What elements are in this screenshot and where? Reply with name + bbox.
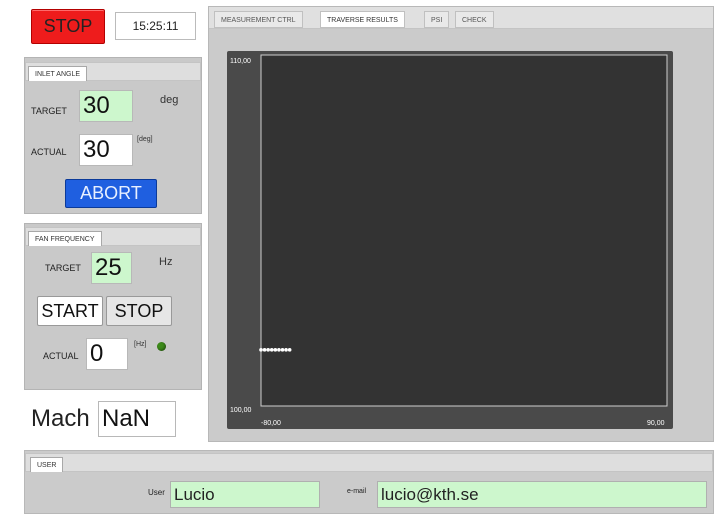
x-tick-label-left: -80,00: [261, 420, 281, 427]
user-label: User: [148, 488, 165, 497]
inlet-target-label: TARGET: [31, 106, 67, 116]
status-led-icon: [157, 342, 166, 351]
y-tick-label-top: 110,00: [230, 58, 251, 65]
email-field[interactable]: lucio@kth.se: [377, 481, 707, 508]
user-tabstrip: [25, 453, 713, 472]
data-point: [280, 348, 285, 352]
data-point: [259, 348, 263, 352]
tab-inlet-angle[interactable]: INLET ANGLE: [28, 66, 88, 81]
inlet-target-unit: deg: [160, 94, 179, 106]
tab-traverse-results[interactable]: TRAVERSE RESULTS: [320, 11, 405, 28]
fan-actual-label: ACTUAL: [43, 351, 79, 361]
mach-field: NaN: [98, 401, 176, 437]
inlet-actual-unit: [deg]: [137, 136, 153, 143]
data-points: [259, 348, 292, 352]
fan-stop-button[interactable]: STOP: [106, 296, 172, 326]
data-point: [284, 348, 288, 352]
data-point: [269, 348, 274, 352]
data-point: [273, 348, 278, 352]
x-tick-label-right: 90,00: [647, 420, 665, 427]
inlet-target-field[interactable]: 30: [79, 90, 133, 122]
y-tick-label-bottom: 100,00: [230, 407, 252, 414]
tab-fan-frequency[interactable]: FAN FREQUENCY: [28, 231, 102, 246]
user-field[interactable]: Lucio: [170, 481, 320, 508]
plot-area: [260, 54, 668, 407]
fan-actual-unit: [Hz]: [134, 341, 147, 348]
fan-target-label: TARGET: [45, 263, 81, 273]
tab-user[interactable]: USER: [30, 457, 64, 472]
data-point: [262, 348, 267, 352]
inlet-actual-field: 30: [79, 134, 133, 166]
tab-psi[interactable]: PSI: [424, 11, 450, 28]
fan-actual-field: 0: [86, 338, 128, 370]
data-point: [277, 348, 281, 352]
clock-display: 15:25:11: [115, 12, 196, 40]
data-point: [266, 348, 270, 352]
stop-button[interactable]: STOP: [31, 9, 105, 44]
abort-button[interactable]: ABORT: [65, 179, 157, 208]
fan-target-unit: Hz: [159, 256, 173, 268]
data-point: [287, 348, 292, 352]
tab-check[interactable]: CHECK: [455, 11, 494, 28]
fan-target-field[interactable]: 25: [91, 252, 132, 284]
tab-measurement-ctrl[interactable]: MEASUREMENT CTRL: [214, 11, 303, 28]
inlet-actual-label: ACTUAL: [31, 147, 67, 157]
start-button[interactable]: START: [37, 296, 103, 326]
email-label: e-mail: [347, 488, 367, 495]
traverse-chart-svg: 110,00 100,00 -80,00 90,00: [230, 54, 668, 427]
mach-label: Mach: [31, 405, 90, 432]
